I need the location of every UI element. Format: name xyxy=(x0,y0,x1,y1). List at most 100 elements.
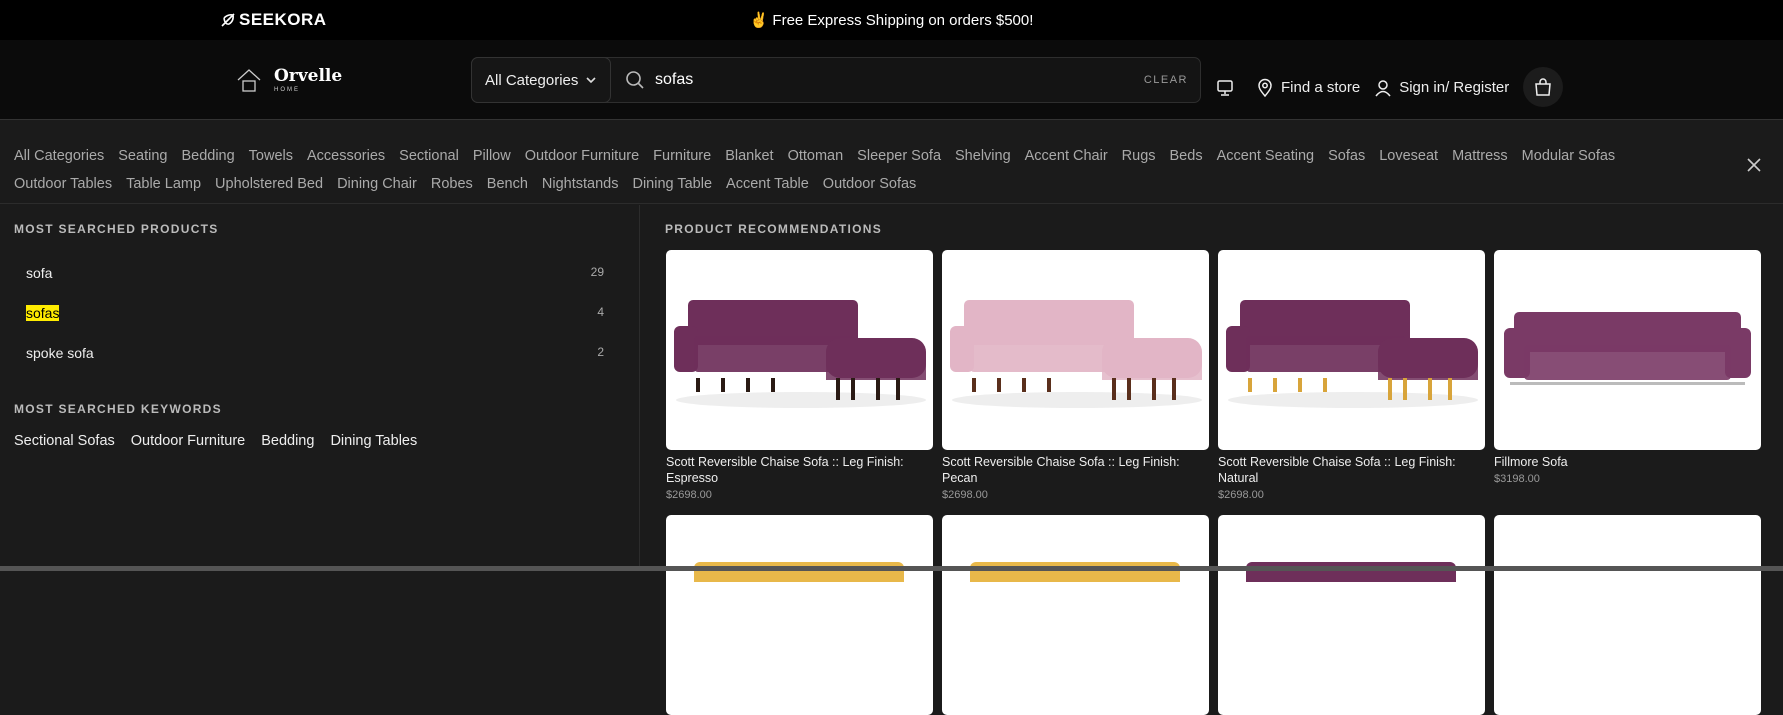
search-input[interactable] xyxy=(655,71,1125,89)
list-item[interactable]: spoke sofa 2 xyxy=(26,345,604,361)
product-name: Scott Reversible Chaise Sofa :: Leg Fini… xyxy=(1218,455,1456,485)
suggestion-count: 2 xyxy=(597,345,604,359)
product-price: $3198.00 xyxy=(1494,473,1540,485)
product-name: Scott Reversible Chaise Sofa :: Leg Fini… xyxy=(666,455,904,485)
promo-text: ✌️ Free Express Shipping on orders $500! xyxy=(749,12,1034,29)
recommendations-title: PRODUCT RECOMMENDATIONS xyxy=(665,222,883,236)
category-link[interactable]: Robes xyxy=(431,176,473,192)
monitor-icon xyxy=(1217,79,1233,96)
suggestions-panel: MOST SEARCHED PRODUCTS sofa 29 sofas 4 spo… xyxy=(0,205,640,571)
category-link[interactable]: Seating xyxy=(118,148,167,164)
suggestion-label: sofa xyxy=(26,265,53,281)
category-link[interactable]: Modular Sofas xyxy=(1522,148,1616,164)
product-image-frame xyxy=(942,250,1209,450)
category-link[interactable]: Pillow xyxy=(473,148,511,164)
sign-in-link[interactable]: Sign in/ Register xyxy=(1374,79,1509,97)
product-image-frame xyxy=(666,250,933,450)
suggestion-label: spoke sofa xyxy=(26,345,94,361)
category-link[interactable]: Accent Seating xyxy=(1217,148,1315,164)
category-link[interactable]: Sectional xyxy=(399,148,459,164)
category-link[interactable]: Mattress xyxy=(1452,148,1508,164)
category-link[interactable]: Towels xyxy=(249,148,293,164)
product-image-frame xyxy=(1218,250,1485,450)
product-card[interactable] xyxy=(1494,515,1761,715)
category-link[interactable]: Table Lamp xyxy=(126,176,201,192)
most-searched-products-title: MOST SEARCHED PRODUCTS xyxy=(14,222,219,236)
find-store-label: Find a store xyxy=(1281,79,1361,96)
product-price: $2698.00 xyxy=(942,489,988,501)
product-price: $2698.00 xyxy=(1218,489,1264,501)
keyword-link[interactable]: Outdoor Furniture xyxy=(131,433,245,449)
monitor-button[interactable] xyxy=(1216,79,1234,97)
bottom-edge xyxy=(0,566,1783,571)
category-link[interactable]: Accessories xyxy=(307,148,385,164)
category-select[interactable]: All Categories xyxy=(471,57,611,103)
recommendations-panel: PRODUCT RECOMMENDATIONS Scott Reversible… xyxy=(641,205,1783,715)
category-link[interactable]: All Categories xyxy=(14,148,104,164)
category-link[interactable]: Loveseat xyxy=(1379,148,1438,164)
category-link[interactable]: Shelving xyxy=(955,148,1011,164)
category-link[interactable]: Upholstered Bed xyxy=(215,176,323,192)
sign-in-label: Sign in/ Register xyxy=(1399,79,1510,96)
category-link[interactable]: Blanket xyxy=(725,148,773,164)
product-card[interactable]: Fillmore Sofa $3198.00 xyxy=(1494,250,1761,485)
suggestion-count: 29 xyxy=(590,265,604,279)
brand-name: Orvelle xyxy=(274,65,343,86)
user-icon xyxy=(1375,79,1391,96)
category-link[interactable]: Ottoman xyxy=(788,148,844,164)
keyword-link[interactable]: Bedding xyxy=(261,433,314,449)
product-image xyxy=(1218,515,1485,715)
product-card[interactable] xyxy=(666,515,933,715)
product-image xyxy=(1226,300,1478,408)
keyword-link[interactable]: Sectional Sofas xyxy=(14,433,115,449)
promo-bar: SEEKORA ✌️ Free Express Shipping on orde… xyxy=(0,0,1783,40)
map-pin-icon xyxy=(1258,78,1272,97)
list-item[interactable]: sofa 29 xyxy=(26,265,604,281)
product-image xyxy=(666,515,933,715)
category-link[interactable]: Outdoor Sofas xyxy=(823,176,917,192)
category-list: All Categories Seating Bedding Towels Access… xyxy=(14,148,1714,192)
product-image xyxy=(1504,312,1751,385)
category-link[interactable]: Dining Chair xyxy=(337,176,417,192)
category-link[interactable]: Rugs xyxy=(1122,148,1156,164)
category-link[interactable]: Furniture xyxy=(653,148,711,164)
close-icon[interactable] xyxy=(1746,157,1762,173)
brand-subtitle: HOME xyxy=(274,86,300,93)
category-link[interactable]: Accent Table xyxy=(726,176,809,192)
suggestion-label: sofas xyxy=(26,305,60,321)
find-store-link[interactable]: Find a store xyxy=(1256,78,1360,98)
product-price: $2698.00 xyxy=(666,489,712,501)
product-card[interactable]: Scott Reversible Chaise Sofa :: Leg Fini… xyxy=(1218,250,1485,501)
product-name: Scott Reversible Chaise Sofa :: Leg Fini… xyxy=(942,455,1180,485)
brand-logo[interactable]: Orvelle HOME xyxy=(236,67,342,93)
category-link[interactable]: Dining Table xyxy=(632,176,712,192)
most-searched-keywords-title: MOST SEARCHED KEYWORDS xyxy=(14,402,222,416)
category-link[interactable]: Bedding xyxy=(181,148,234,164)
product-card[interactable]: Scott Reversible Chaise Sofa :: Leg Fini… xyxy=(942,250,1209,501)
product-card[interactable] xyxy=(1218,515,1485,715)
product-image-frame xyxy=(1494,250,1761,450)
product-image xyxy=(950,300,1202,408)
house-icon xyxy=(237,69,261,92)
product-image xyxy=(1494,515,1761,715)
site-header: Orvelle HOME All Categories CLEAR Find a… xyxy=(0,40,1783,120)
cart-button[interactable] xyxy=(1523,67,1564,107)
category-link[interactable]: Bench xyxy=(487,176,528,192)
product-image xyxy=(942,515,1209,715)
shopping-bag-icon xyxy=(1535,78,1552,96)
category-link[interactable]: Beds xyxy=(1170,148,1203,164)
clear-button[interactable]: CLEAR xyxy=(1144,74,1188,86)
product-card[interactable]: Scott Reversible Chaise Sofa :: Leg Fini… xyxy=(666,250,933,501)
category-link[interactable]: Sofas xyxy=(1328,148,1365,164)
product-image xyxy=(674,300,926,408)
category-link[interactable]: Nightstands xyxy=(542,176,619,192)
keyword-link[interactable]: Dining Tables xyxy=(330,433,417,449)
category-link[interactable]: Sleeper Sofa xyxy=(857,148,941,164)
suggestion-count: 4 xyxy=(597,305,604,319)
category-link[interactable]: Accent Chair xyxy=(1025,148,1108,164)
category-link[interactable]: Outdoor Tables xyxy=(14,176,112,192)
list-item[interactable]: sofas 4 xyxy=(26,305,604,321)
product-card[interactable] xyxy=(942,515,1209,715)
category-link[interactable]: Outdoor Furniture xyxy=(525,148,639,164)
category-select-value: All Categories xyxy=(485,71,579,89)
